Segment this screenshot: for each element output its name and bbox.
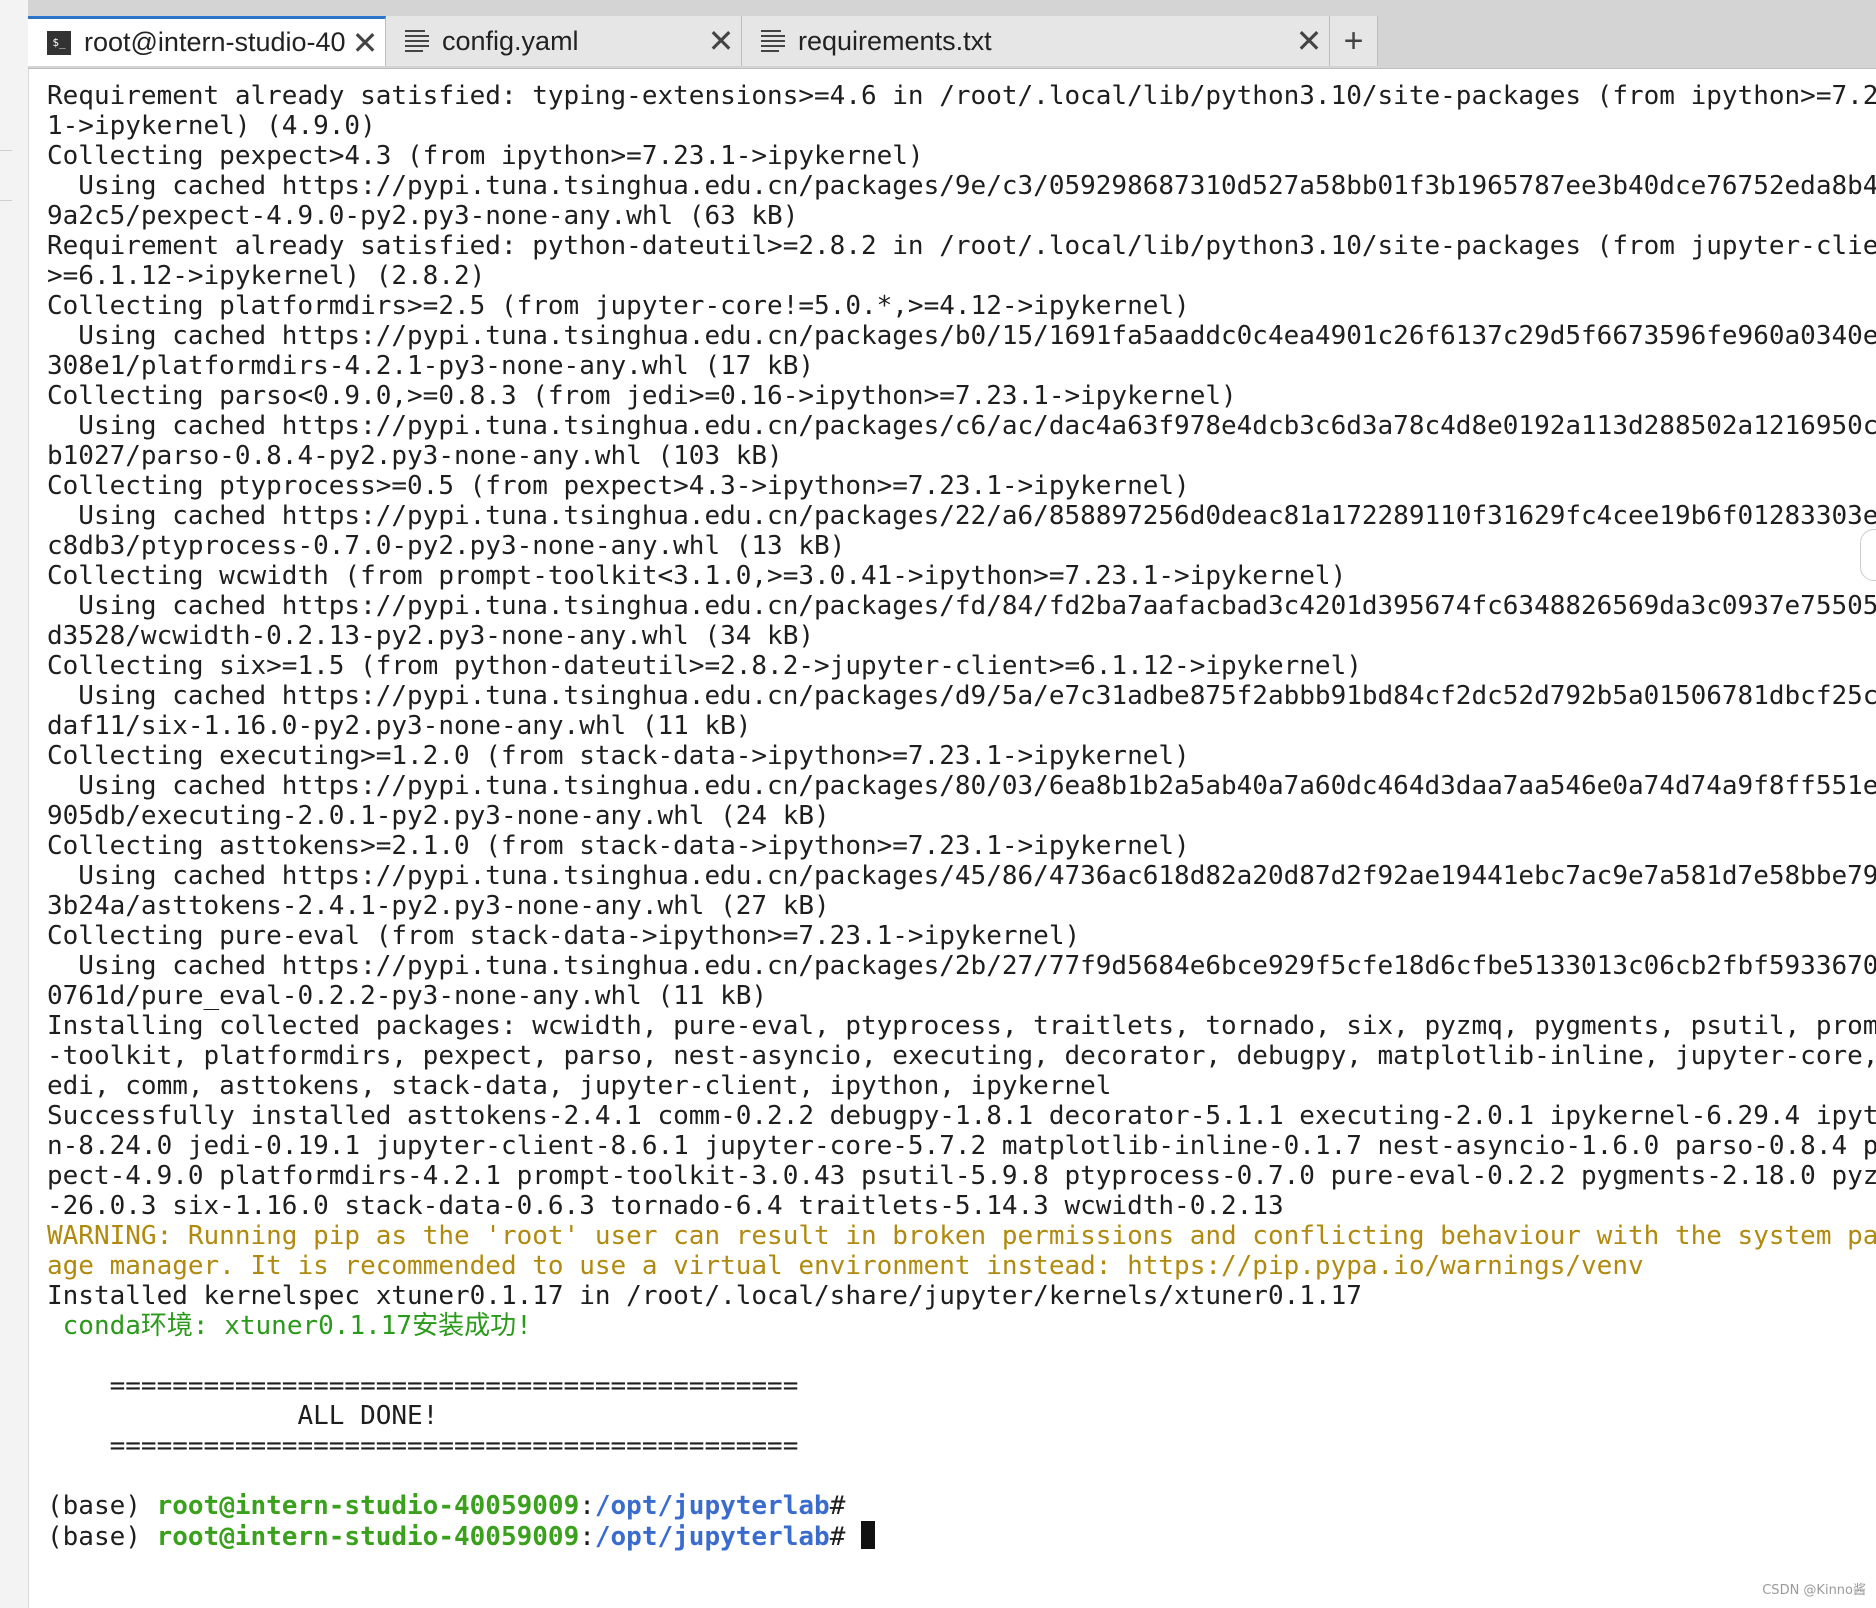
terminal-icon: $_ xyxy=(46,30,72,56)
banner-rule: ========================================… xyxy=(47,1371,799,1401)
gutter-mark xyxy=(0,200,12,201)
left-gutter xyxy=(0,0,29,1608)
terminal-line: Collecting asttokens>=2.1.0 (from stack-… xyxy=(47,831,1190,861)
prompt-user-host: root@intern-studio-40059009 xyxy=(156,1491,580,1521)
watermark: CSDN @Kinno酱 xyxy=(1762,1583,1866,1598)
terminal-line: -26.0.3 six-1.16.0 stack-data-0.6.3 torn… xyxy=(47,1191,1284,1221)
terminal-line: 3b24a/asttokens-2.4.1-py2.py3-none-any.w… xyxy=(47,891,830,921)
terminal-line: -toolkit, platformdirs, pexpect, parso, … xyxy=(47,1041,1876,1071)
terminal-line: Collecting pexpect>4.3 (from ipython>=7.… xyxy=(47,141,924,171)
text-file-icon xyxy=(404,28,430,54)
terminal-line: Successfully installed asttokens-2.4.1 c… xyxy=(47,1101,1876,1131)
terminal-line: Using cached https://pypi.tuna.tsinghua.… xyxy=(47,591,1876,621)
banner-rule: ========================================… xyxy=(47,1431,799,1461)
terminal-line: edi, comm, asttokens, stack-data, jupyte… xyxy=(47,1071,1112,1101)
prompt-colon: : xyxy=(579,1491,595,1521)
terminal-line: Using cached https://pypi.tuna.tsinghua.… xyxy=(47,171,1876,201)
terminal-line: n-8.24.0 jedi-0.19.1 jupyter-client-8.6.… xyxy=(47,1131,1876,1161)
close-icon[interactable]: ✕ xyxy=(701,25,741,57)
close-icon[interactable]: ✕ xyxy=(1289,25,1329,57)
terminal-line: c8db3/ptyprocess-0.7.0-py2.py3-none-any.… xyxy=(47,531,846,561)
terminal-line: 9a2c5/pexpect-4.9.0-py2.py3-none-any.whl… xyxy=(47,201,799,231)
text-file-icon xyxy=(760,28,786,54)
terminal-line: 905db/executing-2.0.1-py2.py3-none-any.w… xyxy=(47,801,830,831)
tab-bar: $_ root@intern-studio-40059( ✕ config.ya… xyxy=(28,0,1876,69)
terminal-line: 308e1/platformdirs-4.2.1-py3-none-any.wh… xyxy=(47,351,815,381)
terminal-line: daf11/six-1.16.0-py2.py3-none-any.whl (1… xyxy=(47,711,752,741)
terminal-panel[interactable]: Requirement already satisfied: typing-ex… xyxy=(29,69,1876,1608)
terminal-line: Using cached https://pypi.tuna.tsinghua.… xyxy=(47,681,1876,711)
warning-line: age manager. It is recommended to use a … xyxy=(47,1251,1644,1281)
terminal-cursor xyxy=(861,1521,875,1549)
terminal-output: Requirement already satisfied: typing-ex… xyxy=(47,81,1876,1552)
terminal-line: d3528/wcwidth-0.2.13-py2.py3-none-any.wh… xyxy=(47,621,815,651)
prompt-env: (base) xyxy=(47,1522,157,1552)
terminal-line: Using cached https://pypi.tuna.tsinghua.… xyxy=(47,771,1876,801)
terminal-line: Requirement already satisfied: typing-ex… xyxy=(47,81,1876,111)
terminal-line: Collecting ptyprocess>=0.5 (from pexpect… xyxy=(47,471,1190,501)
terminal-line: Collecting platformdirs>=2.5 (from jupyt… xyxy=(47,291,1190,321)
terminal-line: Collecting executing>=1.2.0 (from stack-… xyxy=(47,741,1190,771)
gutter-mark xyxy=(0,150,12,151)
terminal-line: 1->ipykernel) (4.9.0) xyxy=(47,111,376,141)
success-message: conda环境: xtuner0.1.17安装成功! xyxy=(47,1311,532,1341)
warning-line: WARNING: Running pip as the 'root' user … xyxy=(47,1221,1876,1251)
shell-prompt: (base) root@intern-studio-40059009:/opt/… xyxy=(47,1491,1867,1521)
banner-text: ALL DONE! xyxy=(47,1401,439,1431)
terminal-line: 0761d/pure_eval-0.2.2-py3-none-any.whl (… xyxy=(47,981,768,1011)
terminal-line: b1027/parso-0.8.4-py2.py3-none-any.whl (… xyxy=(47,441,783,471)
tab-label: config.yaml xyxy=(442,25,579,56)
terminal-line: Requirement already satisfied: python-da… xyxy=(47,231,1876,261)
prompt-user-host: root@intern-studio-40059009 xyxy=(156,1522,580,1552)
terminal-line: Using cached https://pypi.tuna.tsinghua.… xyxy=(47,861,1876,891)
prompt-symbol: # xyxy=(829,1491,846,1521)
prompt-env: (base) xyxy=(47,1491,157,1521)
tab-label: root@intern-studio-40059( xyxy=(84,27,345,57)
terminal-line: pect-4.9.0 platformdirs-4.2.1 prompt-too… xyxy=(47,1161,1876,1191)
panel-resize-handle[interactable] xyxy=(1860,529,1876,581)
terminal-line: Installing collected packages: wcwidth, … xyxy=(47,1011,1876,1041)
terminal-line: Collecting six>=1.5 (from python-dateuti… xyxy=(47,651,1362,681)
terminal-line: Using cached https://pypi.tuna.tsinghua.… xyxy=(47,951,1876,981)
terminal-line: >=6.1.12->ipykernel) (2.8.2) xyxy=(47,261,486,291)
prompt-path: /opt/jupyterlab xyxy=(594,1522,830,1552)
close-icon[interactable]: ✕ xyxy=(345,27,385,59)
tab-requirements-txt[interactable]: requirements.txt ✕ xyxy=(742,16,1330,66)
terminal-line: Using cached https://pypi.tuna.tsinghua.… xyxy=(47,411,1876,441)
tab-config-yaml[interactable]: config.yaml ✕ xyxy=(386,16,742,66)
prompt-path: /opt/jupyterlab xyxy=(594,1491,830,1521)
tab-terminal[interactable]: $_ root@intern-studio-40059( ✕ xyxy=(28,16,386,66)
terminal-line: Collecting pure-eval (from stack-data->i… xyxy=(47,921,1081,951)
terminal-line: Collecting parso<0.9.0,>=0.8.3 (from jed… xyxy=(47,381,1237,411)
terminal-line: Installed kernelspec xtuner0.1.17 in /ro… xyxy=(47,1281,1362,1311)
prompt-colon: : xyxy=(579,1522,595,1552)
terminal-line: Using cached https://pypi.tuna.tsinghua.… xyxy=(47,501,1876,531)
prompt-symbol: # xyxy=(829,1522,846,1552)
terminal-line: Using cached https://pypi.tuna.tsinghua.… xyxy=(47,321,1876,351)
terminal-line: Collecting wcwidth (from prompt-toolkit<… xyxy=(47,561,1347,591)
tab-label: requirements.txt xyxy=(798,25,992,56)
add-tab-button[interactable]: + xyxy=(1330,16,1378,66)
shell-prompt[interactable]: (base) root@intern-studio-40059009:/opt/… xyxy=(47,1521,1867,1552)
